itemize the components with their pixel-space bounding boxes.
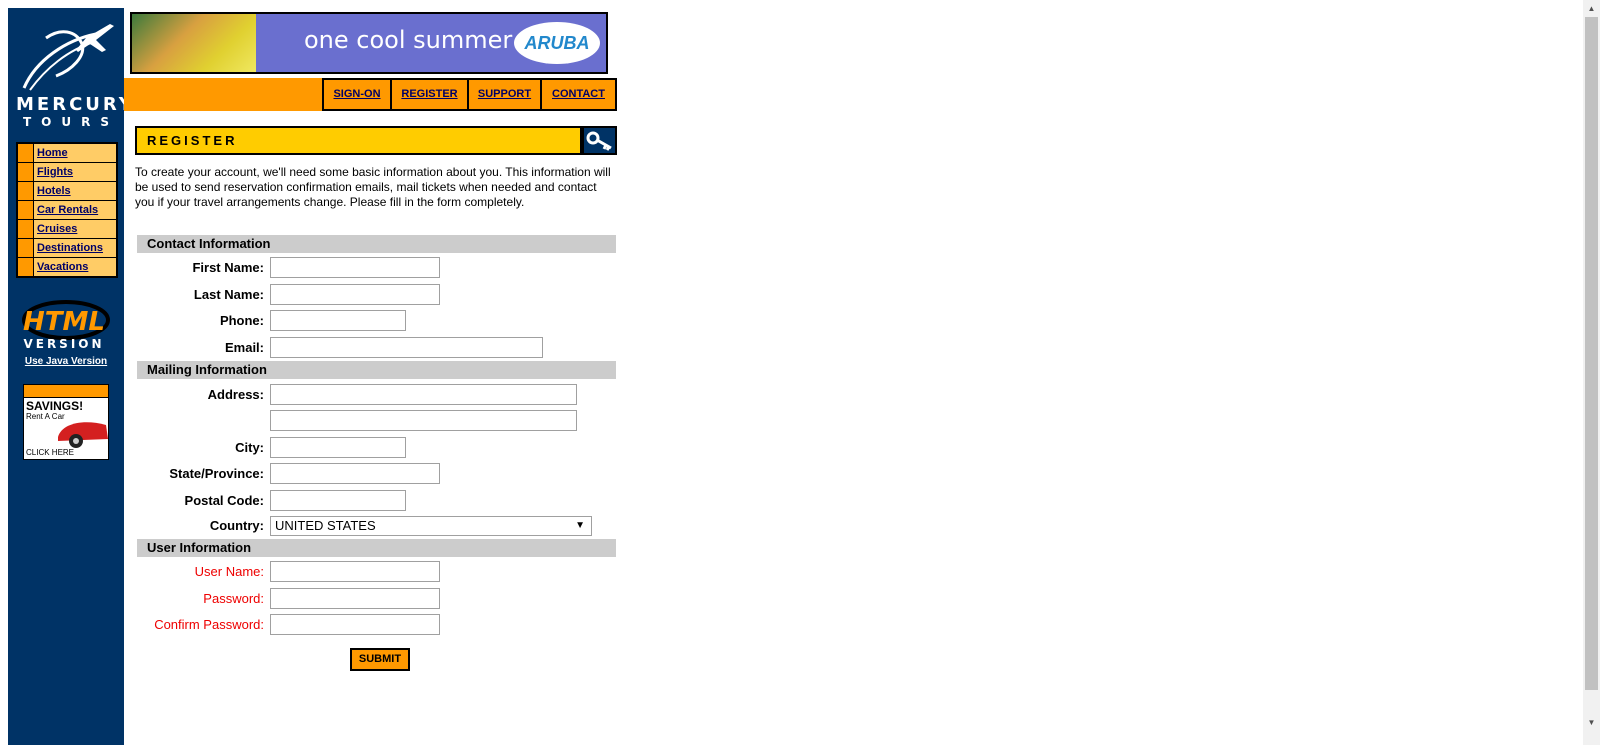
password-label: Password: bbox=[203, 591, 264, 606]
submit-button[interactable]: SUBMIT bbox=[350, 648, 410, 671]
address-line2-input[interactable] bbox=[270, 410, 577, 431]
sidenav-item-destinations: Destinations bbox=[18, 239, 116, 257]
scroll-up-icon[interactable]: ▲ bbox=[1583, 0, 1600, 17]
nav-support[interactable]: SUPPORT bbox=[469, 80, 540, 109]
section-contact-information: Contact Information bbox=[137, 235, 616, 253]
first-name-label: First Name: bbox=[192, 260, 264, 275]
bullet-square bbox=[18, 163, 33, 181]
sidenav-item-flights: Flights bbox=[18, 163, 116, 181]
country-label: Country: bbox=[209, 518, 264, 533]
car-icon bbox=[58, 422, 108, 448]
phone-label: Phone: bbox=[219, 313, 264, 328]
sidenav-link-hotels[interactable]: Hotels bbox=[34, 182, 116, 200]
scroll-down-icon[interactable]: ▼ bbox=[1583, 714, 1600, 731]
state-input[interactable] bbox=[270, 463, 440, 484]
sidenav-item-vacations: Vacations bbox=[18, 258, 116, 276]
html-version-badge: HTML VERSION bbox=[18, 298, 110, 352]
banner-text: one cool summer bbox=[304, 26, 513, 54]
postal-code-input[interactable] bbox=[270, 490, 406, 511]
banner-photo bbox=[132, 14, 256, 72]
sidenav-link-home[interactable]: Home bbox=[34, 144, 116, 162]
key-icon-box bbox=[582, 126, 617, 155]
email-input[interactable] bbox=[270, 337, 543, 358]
intro-text: To create your account, we'll need some … bbox=[135, 165, 611, 209]
aruba-logo: ARUBA bbox=[514, 22, 600, 64]
ad-cta: CLICK HERE bbox=[26, 448, 75, 457]
email-label: Email: bbox=[224, 340, 264, 355]
sidenav-link-vacations[interactable]: Vacations bbox=[34, 258, 116, 276]
bullet-square bbox=[18, 220, 33, 238]
ad-title: SAVINGS! bbox=[26, 399, 84, 413]
top-navigation: SIGN-ON REGISTER SUPPORT CONTACT bbox=[322, 78, 617, 111]
address-line1-input[interactable] bbox=[270, 384, 577, 405]
last-name-label: Last Name: bbox=[193, 287, 264, 302]
ad-top-bar bbox=[24, 385, 108, 398]
bullet-square bbox=[18, 182, 33, 200]
page: MERCURY TOURS Home Flights Hotels Car Re… bbox=[0, 0, 1600, 745]
country-value: UNITED STATES bbox=[275, 518, 376, 533]
sidenav-link-car-rentals[interactable]: Car Rentals bbox=[34, 201, 116, 219]
badge-version-text: VERSION bbox=[23, 337, 104, 351]
last-name-input[interactable] bbox=[270, 284, 440, 305]
mercury-tours-logo[interactable]: MERCURY TOURS bbox=[16, 20, 135, 130]
section-mailing-information: Mailing Information bbox=[137, 361, 616, 379]
nav-sign-on[interactable]: SIGN-ON bbox=[324, 80, 390, 109]
sidenav-item-car-rentals: Car Rentals bbox=[18, 201, 116, 219]
dropdown-arrow-icon: ▼ bbox=[575, 520, 585, 531]
sidenav-link-destinations[interactable]: Destinations bbox=[34, 239, 116, 257]
sidenav-item-cruises: Cruises bbox=[18, 220, 116, 238]
plane-icon bbox=[22, 24, 114, 91]
scrollbar-thumb[interactable] bbox=[1585, 17, 1598, 690]
sidenav-link-cruises[interactable]: Cruises bbox=[34, 220, 116, 238]
bullet-square bbox=[18, 239, 33, 257]
section-user-information: User Information bbox=[137, 539, 616, 557]
password-input[interactable] bbox=[270, 588, 440, 609]
username-label: User Name: bbox=[194, 564, 264, 579]
bullet-square bbox=[18, 258, 33, 276]
first-name-input[interactable] bbox=[270, 257, 440, 278]
country-select[interactable]: UNITED STATES ▼ bbox=[270, 516, 592, 536]
topnav-filler bbox=[124, 78, 324, 111]
logo-line2: TOURS bbox=[22, 115, 119, 129]
badge-html-text: HTML bbox=[23, 307, 105, 337]
key-icon bbox=[586, 131, 612, 151]
phone-input[interactable] bbox=[270, 310, 406, 331]
sidenav-link-flights[interactable]: Flights bbox=[34, 163, 116, 181]
logo-line1: MERCURY bbox=[16, 94, 135, 115]
username-input[interactable] bbox=[270, 561, 440, 582]
vertical-scrollbar[interactable]: ▲ ▼ bbox=[1583, 0, 1600, 745]
city-input[interactable] bbox=[270, 437, 406, 458]
postal-code-label: Postal Code: bbox=[184, 493, 264, 508]
state-label: State/Province: bbox=[169, 466, 264, 481]
confirm-password-label: Confirm Password: bbox=[154, 617, 264, 632]
rent-a-car-ad[interactable]: SAVINGS! Rent A Car CLICK HERE bbox=[23, 384, 109, 460]
bullet-square bbox=[18, 144, 33, 162]
address-label: Address: bbox=[207, 387, 264, 402]
java-version-link[interactable]: Use Java Version bbox=[8, 356, 124, 367]
left-sidebar: MERCURY TOURS Home Flights Hotels Car Re… bbox=[8, 8, 135, 745]
bullet-square bbox=[18, 201, 33, 219]
aruba-banner[interactable]: one cool summer ARUBA bbox=[130, 12, 608, 74]
logo-text: MERCURY TOURS bbox=[16, 94, 135, 130]
nav-register[interactable]: REGISTER bbox=[392, 80, 467, 109]
side-navigation: Home Flights Hotels Car Rentals Cruises … bbox=[16, 142, 118, 278]
confirm-password-input[interactable] bbox=[270, 614, 440, 635]
sidenav-item-hotels: Hotels bbox=[18, 182, 116, 200]
page-title: REGISTER bbox=[135, 126, 582, 155]
nav-contact[interactable]: CONTACT bbox=[542, 80, 615, 109]
sidenav-item-home: Home bbox=[18, 144, 116, 162]
city-label: City: bbox=[235, 440, 264, 455]
